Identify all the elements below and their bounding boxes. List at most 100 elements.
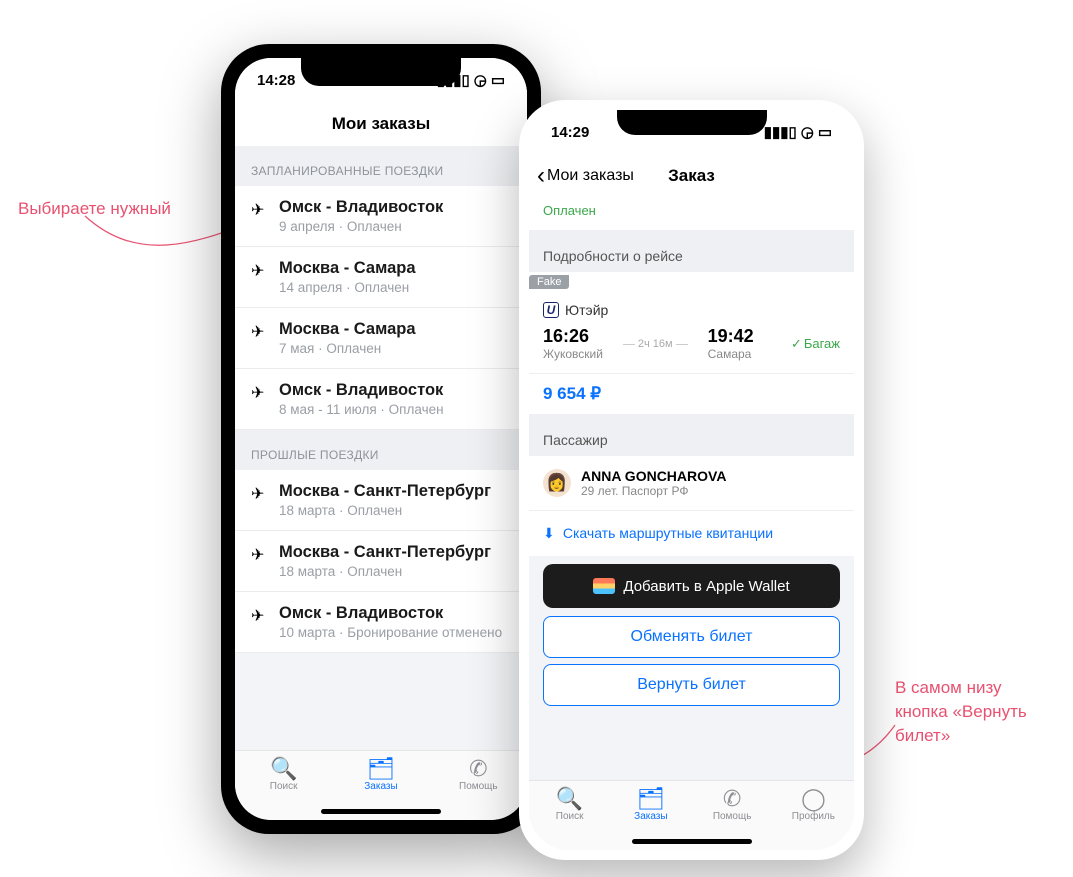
annotation-select: Выбираете нужный xyxy=(18,197,171,221)
carrier-logo-icon: U xyxy=(543,302,559,318)
trip-row[interactable]: ✈ Москва - Самара 14 апреля · Оплачен xyxy=(235,247,527,308)
plane-icon: ✈ xyxy=(251,604,269,640)
annotation-refund: В самом низу кнопка «Вернуть билет» xyxy=(895,676,1055,747)
trip-route: Омск - Владивосток xyxy=(279,604,502,623)
help-icon: ✆ xyxy=(692,787,773,811)
chevron-left-icon: ‹ xyxy=(537,162,545,190)
download-icon: ⬇ xyxy=(543,525,559,542)
tab-label: Поиск xyxy=(247,781,320,792)
passenger-row[interactable]: 👩 ANNA GONCHAROVA29 лет. Паспорт РФ xyxy=(529,456,854,510)
back-button[interactable]: ‹Мои заказы xyxy=(537,162,634,190)
trip-route: Москва - Санкт-Петербург xyxy=(279,482,491,501)
orders-icon: 🗂 xyxy=(610,787,691,811)
plane-icon: ✈ xyxy=(251,482,269,518)
tab-label: Заказы xyxy=(344,781,417,792)
signal-icon: ▮▮▮▯ xyxy=(764,123,797,141)
trip-row[interactable]: ✈ Омск - Владивосток 8 мая - 11 июля · Опл… xyxy=(235,369,527,430)
download-receipts[interactable]: ⬇ Скачать маршрутные квитанции xyxy=(529,510,854,556)
notch xyxy=(617,110,767,135)
carrier: U Ютэйр xyxy=(543,302,840,318)
phone-order-detail: 14:29 ▮▮▮▯ ◶ ▭ ‹Мои заказы Заказ Оплачен… xyxy=(519,100,864,860)
dep-time: 16:26 xyxy=(543,326,603,347)
wallet-icon xyxy=(593,578,615,594)
baggage-badge: Багаж xyxy=(791,336,840,352)
notch xyxy=(301,58,461,86)
tab-label: Заказы xyxy=(610,811,691,822)
page-title: Заказ xyxy=(668,166,715,186)
trip-row[interactable]: ✈ Омск - Владивосток 10 марта · Бронирован… xyxy=(235,592,527,653)
duration: 2ч 16м xyxy=(623,338,688,350)
trip-route: Омск - Владивосток xyxy=(279,198,443,217)
trip-sub: 7 мая · Оплачен xyxy=(279,341,416,356)
trip-row[interactable]: ✈ Омск - Владивосток 9 апреля · Оплачен xyxy=(235,186,527,247)
section-header-flight: Подробности о рейсе xyxy=(529,230,854,272)
profile-icon: ◯ xyxy=(773,787,854,811)
add-to-wallet-button[interactable]: Добавить в Apple Wallet xyxy=(543,564,840,608)
trip-sub: 18 марта · Оплачен xyxy=(279,503,491,518)
tab-search[interactable]: 🔍Поиск xyxy=(529,787,610,822)
page-title: Мои заказы xyxy=(332,114,431,134)
trip-row[interactable]: ✈ Москва - Санкт-Петербург 18 марта · Опла… xyxy=(235,470,527,531)
plane-icon: ✈ xyxy=(251,198,269,234)
passenger-detail: 29 лет. Паспорт РФ xyxy=(581,484,726,498)
tab-help[interactable]: ✆Помощь xyxy=(692,787,773,822)
section-header-planned: ЗАПЛАНИРОВАННЫЕ ПОЕЗДКИ xyxy=(235,146,527,186)
exchange-ticket-button[interactable]: Обменять билет xyxy=(543,616,840,658)
section-header-past: ПРОШЛЫЕ ПОЕЗДКИ xyxy=(235,430,527,470)
price: 9 654 ₽ xyxy=(529,373,854,414)
tab-search[interactable]: 🔍Поиск xyxy=(247,757,320,792)
trip-sub: 8 мая - 11 июля · Оплачен xyxy=(279,402,444,417)
trip-route: Омск - Владивосток xyxy=(279,381,444,400)
avatar-icon: 👩 xyxy=(543,469,571,497)
tab-bar: 🔍Поиск 🗂Заказы ✆Помощь ◯Профиль xyxy=(529,780,854,850)
orders-icon: 🗂 xyxy=(344,757,417,781)
plane-icon: ✈ xyxy=(251,320,269,356)
search-icon: 🔍 xyxy=(247,757,320,781)
trip-sub: 18 марта · Оплачен xyxy=(279,564,491,579)
refund-ticket-button[interactable]: Вернуть билет xyxy=(543,664,840,706)
passenger-name: ANNA GONCHAROVA xyxy=(581,468,726,484)
tab-help[interactable]: ✆Помощь xyxy=(442,757,515,792)
arr-city: Самара xyxy=(708,347,754,361)
nav-bar: Мои заказы xyxy=(235,102,527,146)
download-label: Скачать маршрутные квитанции xyxy=(563,525,773,541)
trip-route: Москва - Санкт-Петербург xyxy=(279,543,491,562)
home-indicator xyxy=(632,839,752,844)
status-time: 14:29 xyxy=(551,124,589,141)
tab-label: Помощь xyxy=(442,781,515,792)
back-label: Мои заказы xyxy=(547,167,634,185)
tab-profile[interactable]: ◯Профиль xyxy=(773,787,854,822)
tab-label: Поиск xyxy=(529,811,610,822)
tab-orders[interactable]: 🗂Заказы xyxy=(610,787,691,822)
phone-orders-list: 14:28 ▮▮▮▯ ◶ ▭ Мои заказы ЗАПЛАНИРОВАННЫ… xyxy=(221,44,541,834)
trip-sub: 14 апреля · Оплачен xyxy=(279,280,416,295)
help-icon: ✆ xyxy=(442,757,515,781)
section-header-pax: Пассажир xyxy=(529,414,854,456)
carrier-name: Ютэйр xyxy=(565,302,608,318)
battery-icon: ▭ xyxy=(818,123,832,141)
fake-badge: Fake xyxy=(529,275,569,289)
wallet-label: Добавить в Apple Wallet xyxy=(623,578,789,595)
order-status: Оплачен xyxy=(529,198,854,230)
trip-sub: 10 марта · Бронирование отменено xyxy=(279,625,502,640)
trip-row[interactable]: ✈ Москва - Самара 7 мая · Оплачен xyxy=(235,308,527,369)
dep-city: Жуковский xyxy=(543,347,603,361)
tab-bar: 🔍Поиск 🗂Заказы ✆Помощь xyxy=(235,750,527,820)
tab-orders[interactable]: 🗂Заказы xyxy=(344,757,417,792)
battery-icon: ▭ xyxy=(491,71,505,89)
home-indicator xyxy=(321,809,441,814)
search-icon: 🔍 xyxy=(529,787,610,811)
wifi-icon: ◶ xyxy=(801,123,814,141)
nav-bar: ‹Мои заказы Заказ xyxy=(529,154,854,198)
arr-time: 19:42 xyxy=(708,326,754,347)
wifi-icon: ◶ xyxy=(474,71,487,89)
trip-route: Москва - Самара xyxy=(279,320,416,339)
plane-icon: ✈ xyxy=(251,543,269,579)
plane-icon: ✈ xyxy=(251,259,269,295)
trip-route: Москва - Самара xyxy=(279,259,416,278)
tab-label: Профиль xyxy=(773,811,854,822)
plane-icon: ✈ xyxy=(251,381,269,417)
tab-label: Помощь xyxy=(692,811,773,822)
trip-sub: 9 апреля · Оплачен xyxy=(279,219,443,234)
trip-row[interactable]: ✈ Москва - Санкт-Петербург 18 марта · Опла… xyxy=(235,531,527,592)
